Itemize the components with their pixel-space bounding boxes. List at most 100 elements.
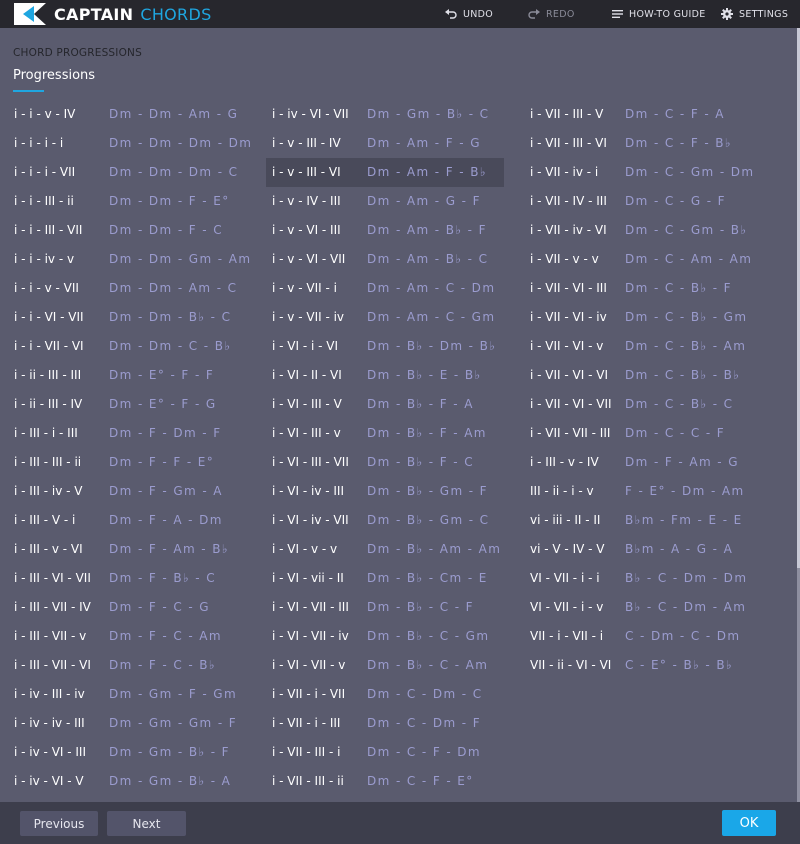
progression-row[interactable]: VII - i - VII - i C - Dm - C - Dm: [524, 622, 762, 651]
progression-row[interactable]: i - VI - III - V Dm - B♭ - F - A: [266, 390, 504, 419]
progression-row[interactable]: VI - VII - i - v B♭ - C - Dm - Am: [524, 593, 762, 622]
progression-row[interactable]: i - VI - VII - iv Dm - B♭ - C - Gm: [266, 622, 504, 651]
progression-numerals: i - i - i - i: [14, 136, 64, 150]
progression-row[interactable]: i - III - iv - V Dm - F - Gm - A: [8, 477, 246, 506]
progression-row[interactable]: i - VII - i - VII Dm - C - Dm - C: [266, 680, 504, 709]
tab-progressions[interactable]: Progressions: [13, 68, 95, 83]
progression-row[interactable]: i - i - v - IV Dm - Dm - Am - G: [8, 100, 246, 129]
progression-row[interactable]: i - VII - IV - III Dm - C - G - F: [524, 187, 762, 216]
progression-row[interactable]: i - VII - i - III Dm - C - Dm - F: [266, 709, 504, 738]
progression-row[interactable]: i - VI - II - VI Dm - B♭ - E - B♭: [266, 361, 504, 390]
progression-chords: Dm - F - F - E°: [109, 455, 215, 469]
progression-row[interactable]: i - VI - i - VI Dm - B♭ - Dm - B♭: [266, 332, 504, 361]
progression-row[interactable]: III - ii - i - v F - E° - Dm - Am: [524, 477, 762, 506]
progression-row[interactable]: i - VII - III - VI Dm - C - F - B♭: [524, 129, 762, 158]
progression-row[interactable]: i - v - VI - VII Dm - Am - B♭ - C: [266, 245, 504, 274]
progression-row[interactable]: vi - iii - II - II B♭m - Fm - E - E: [524, 506, 762, 535]
progression-row[interactable]: i - VII - VI - VI Dm - C - B♭ - B♭: [524, 361, 762, 390]
progression-numerals: i - iv - iv - III: [14, 716, 85, 730]
progression-row[interactable]: i - i - i - i Dm - Dm - Dm - Dm: [8, 129, 251, 158]
next-button[interactable]: Next: [107, 811, 186, 836]
progression-row[interactable]: i - i - iv - v Dm - Dm - Gm - Am: [8, 245, 250, 274]
redo-button[interactable]: REDO: [528, 0, 575, 28]
progression-row[interactable]: i - VI - VII - v Dm - B♭ - C - Am: [266, 651, 504, 680]
progression-row[interactable]: i - III - VI - VII Dm - F - B♭ - C: [8, 564, 246, 593]
progression-row[interactable]: i - iv - III - iv Dm - Gm - F - Gm: [8, 680, 246, 709]
progression-row[interactable]: i - iv - VI - V Dm - Gm - B♭ - A: [8, 767, 246, 796]
progression-row[interactable]: i - VI - III - VII Dm - B♭ - F - C: [266, 448, 504, 477]
previous-button[interactable]: Previous: [20, 811, 98, 836]
progression-row[interactable]: i - i - VI - VII Dm - Dm - B♭ - C: [8, 303, 246, 332]
progression-row[interactable]: i - VI - III - v Dm - B♭ - F - Am: [266, 419, 504, 448]
progression-row[interactable]: i - III - VII - IV Dm - F - C - G: [8, 593, 246, 622]
progression-row[interactable]: i - VII - III - i Dm - C - F - Dm: [266, 738, 504, 767]
progression-row[interactable]: i - v - IV - III Dm - Am - G - F: [266, 187, 504, 216]
progression-row[interactable]: i - VII - VI - III Dm - C - B♭ - F: [524, 274, 762, 303]
progression-numerals: i - VI - iv - III: [272, 484, 345, 498]
progression-numerals: i - ii - III - III: [14, 368, 82, 382]
progression-row[interactable]: i - III - V - i Dm - F - A - Dm: [8, 506, 246, 535]
progression-chords: Dm - B♭ - E - B♭: [367, 368, 482, 382]
progression-numerals: i - VII - III - i: [272, 745, 341, 759]
progression-chords: Dm - B♭ - C - F: [367, 600, 474, 614]
progression-row[interactable]: i - iv - VI - VII Dm - Gm - B♭ - C: [266, 100, 504, 129]
progression-row[interactable]: i - v - VII - i Dm - Am - C - Dm: [266, 274, 504, 303]
progression-row[interactable]: i - ii - III - IV Dm - E° - F - G: [8, 390, 246, 419]
progression-row[interactable]: i - VII - VII - III Dm - C - C - F: [524, 419, 762, 448]
progression-row[interactable]: i - VI - VII - III Dm - B♭ - C - F: [266, 593, 504, 622]
progression-row[interactable]: i - v - III - VI Dm - Am - F - B♭: [266, 158, 504, 187]
progression-chords: Dm - Am - C - Dm: [367, 281, 496, 295]
undo-icon: [445, 9, 457, 19]
progression-row[interactable]: i - III - VII - VI Dm - F - C - B♭: [8, 651, 246, 680]
progression-row[interactable]: i - III - III - ii Dm - F - F - E°: [8, 448, 246, 477]
progression-row[interactable]: i - i - i - VII Dm - Dm - Dm - C: [8, 158, 246, 187]
progression-numerals: i - i - III - VII: [14, 223, 83, 237]
progression-numerals: i - VII - III - V: [530, 107, 604, 121]
progression-chords: Dm - C - B♭ - Am: [625, 339, 747, 353]
progression-row[interactable]: i - III - v - VI Dm - F - Am - B♭: [8, 535, 246, 564]
progression-row[interactable]: i - i - v - VII Dm - Dm - Am - C: [8, 274, 246, 303]
progression-row[interactable]: i - VII - VI - iv Dm - C - B♭ - Gm: [524, 303, 762, 332]
progression-chords: Dm - Dm - F - C: [109, 223, 224, 237]
brand-secondary: CHORDS: [140, 4, 212, 24]
progression-row[interactable]: i - III - VII - v Dm - F - C - Am: [8, 622, 246, 651]
progression-row[interactable]: VII - ii - VI - VI C - E° - B♭ - B♭: [524, 651, 762, 680]
progression-row[interactable]: i - VI - v - v Dm - B♭ - Am - Am: [266, 535, 504, 564]
progression-row[interactable]: i - VI - vii - II Dm - B♭ - Cm - E: [266, 564, 504, 593]
progression-row[interactable]: i - v - VII - iv Dm - Am - C - Gm: [266, 303, 504, 332]
progression-numerals: i - III - VII - VI: [14, 658, 91, 672]
progression-row[interactable]: i - iv - iv - III Dm - Gm - Gm - F: [8, 709, 246, 738]
progression-chords: Dm - B♭ - C - Gm: [367, 629, 490, 643]
progression-row[interactable]: vi - V - IV - V B♭m - A - G - A: [524, 535, 762, 564]
progression-row[interactable]: i - VII - iv - VI Dm - C - Gm - B♭: [524, 216, 762, 245]
progression-row[interactable]: i - III - i - III Dm - F - Dm - F: [8, 419, 246, 448]
progression-row[interactable]: i - iv - VI - III Dm - Gm - B♭ - F: [8, 738, 246, 767]
progression-numerals: i - v - VII - i: [272, 281, 337, 295]
settings-label: SETTINGS: [739, 8, 789, 20]
progression-row[interactable]: i - v - VI - III Dm - Am - B♭ - F: [266, 216, 504, 245]
progression-row[interactable]: i - i - III - VII Dm - Dm - F - C: [8, 216, 246, 245]
settings-button[interactable]: SETTINGS: [721, 0, 788, 28]
undo-button[interactable]: UNDO: [445, 0, 493, 28]
progression-numerals: i - III - VII - IV: [14, 600, 91, 614]
progression-row[interactable]: i - III - v - IV Dm - F - Am - G: [524, 448, 762, 477]
progression-row[interactable]: i - VII - iv - i Dm - C - Gm - Dm: [524, 158, 762, 187]
ok-button[interactable]: OK: [722, 810, 776, 836]
progression-chords: Dm - B♭ - F - Am: [367, 426, 487, 440]
progression-row[interactable]: i - i - VII - VI Dm - Dm - C - B♭: [8, 332, 246, 361]
progression-row[interactable]: i - VII - VI - v Dm - C - B♭ - Am: [524, 332, 762, 361]
progression-row[interactable]: i - VII - III - V Dm - C - F - A: [524, 100, 762, 129]
progression-row[interactable]: i - VI - iv - VII Dm - B♭ - Gm - C: [266, 506, 504, 535]
progression-row[interactable]: i - VII - v - v Dm - C - Am - Am: [524, 245, 762, 274]
progression-row[interactable]: i - VII - VI - VII Dm - C - B♭ - C: [524, 390, 762, 419]
how-to-guide-button[interactable]: HOW-TO GUIDE: [612, 0, 706, 28]
progression-row[interactable]: i - v - III - IV Dm - Am - F - G: [266, 129, 504, 158]
progression-row[interactable]: i - ii - III - III Dm - E° - F - F: [8, 361, 246, 390]
progression-chords: Dm - C - Dm - C: [367, 687, 483, 701]
progression-row[interactable]: i - VII - III - ii Dm - C - F - E°: [266, 767, 504, 796]
progression-chords: Dm - C - C - F: [625, 426, 726, 440]
progression-chords: Dm - C - B♭ - F: [625, 281, 732, 295]
progression-row[interactable]: VI - VII - i - i B♭ - C - Dm - Dm: [524, 564, 762, 593]
progression-row[interactable]: i - i - III - ii Dm - Dm - F - E°: [8, 187, 246, 216]
progression-row[interactable]: i - VI - iv - III Dm - B♭ - Gm - F: [266, 477, 504, 506]
